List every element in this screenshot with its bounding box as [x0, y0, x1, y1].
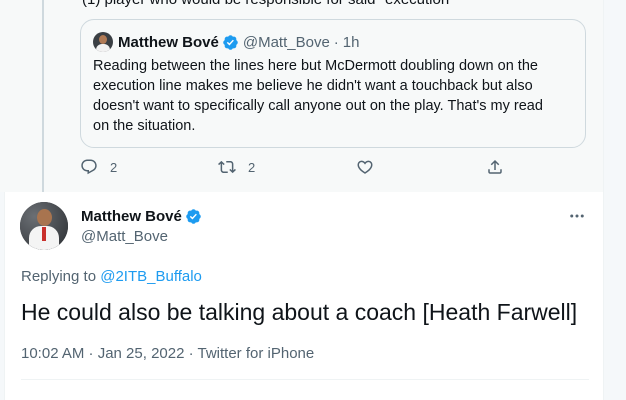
author-name-row: Matthew Bové	[81, 208, 206, 225]
thread-connector-line	[42, 0, 44, 202]
reply-icon	[81, 159, 97, 175]
quoted-tweet-header: Matthew Bové @Matt_Bove · 1h	[93, 32, 359, 52]
tweet-thread-page: (1) player who would be responsible for …	[0, 0, 626, 400]
like-icon	[357, 160, 373, 174]
verified-badge-icon	[186, 209, 201, 224]
quoted-timestamp[interactable]: 1h	[343, 34, 360, 51]
parent-tweet-text-cut: (1) player who would be responsible for …	[82, 0, 455, 8]
quoted-text-line: execution line makes me believe he didn'…	[93, 78, 533, 94]
replying-to-handle-link[interactable]: @2ITB_Buffalo	[100, 268, 202, 285]
share-icon	[488, 159, 502, 174]
tweet-meta-timestamp[interactable]: 10:02 AM · Jan 25, 2022 · Twitter for iP…	[21, 345, 314, 362]
share-button[interactable]	[486, 158, 504, 176]
author-handle[interactable]: @Matt_Bove	[81, 228, 168, 245]
quoted-tweet[interactable]: Matthew Bové @Matt_Bove · 1h Reading bet…	[80, 19, 586, 148]
replying-to: Replying to @2ITB_Buffalo	[21, 268, 202, 285]
tweet-text: He could also be talking about a coach […	[21, 299, 578, 325]
retweet-button[interactable]: 2	[218, 158, 255, 176]
quoted-text-line: on the situation.	[93, 118, 196, 134]
quoted-author-name[interactable]: Matthew Bové	[118, 34, 219, 51]
parent-tweet-actions: 2 2	[80, 158, 510, 182]
reply-count: 2	[110, 159, 118, 175]
divider	[21, 379, 589, 380]
reply-button[interactable]: 2	[80, 158, 117, 176]
verified-badge-icon	[223, 34, 238, 50]
quoted-text-line: doesn't want to specifically call anyone…	[93, 98, 543, 114]
avatar[interactable]	[20, 202, 68, 250]
quoted-avatar[interactable]	[93, 32, 113, 52]
parent-tweet[interactable]: (1) player who would be responsible for …	[0, 0, 604, 192]
like-button[interactable]	[356, 158, 374, 176]
separator-dot: ·	[333, 33, 339, 51]
more-icon	[570, 214, 584, 218]
focused-tweet: Matthew Bové @Matt_Bove Replying to @2IT…	[4, 192, 604, 400]
retweet-icon	[218, 160, 236, 174]
replying-to-prefix: Replying to	[21, 268, 101, 285]
quoted-text-line: Reading between the lines here but McDer…	[93, 58, 538, 74]
author-name[interactable]: Matthew Bové	[81, 208, 182, 225]
retweet-count: 2	[248, 159, 256, 175]
quoted-tweet-text: Reading between the lines here but McDer…	[93, 56, 579, 136]
more-options-button[interactable]	[567, 206, 587, 226]
quoted-author-handle[interactable]: @Matt_Bove	[243, 34, 330, 51]
